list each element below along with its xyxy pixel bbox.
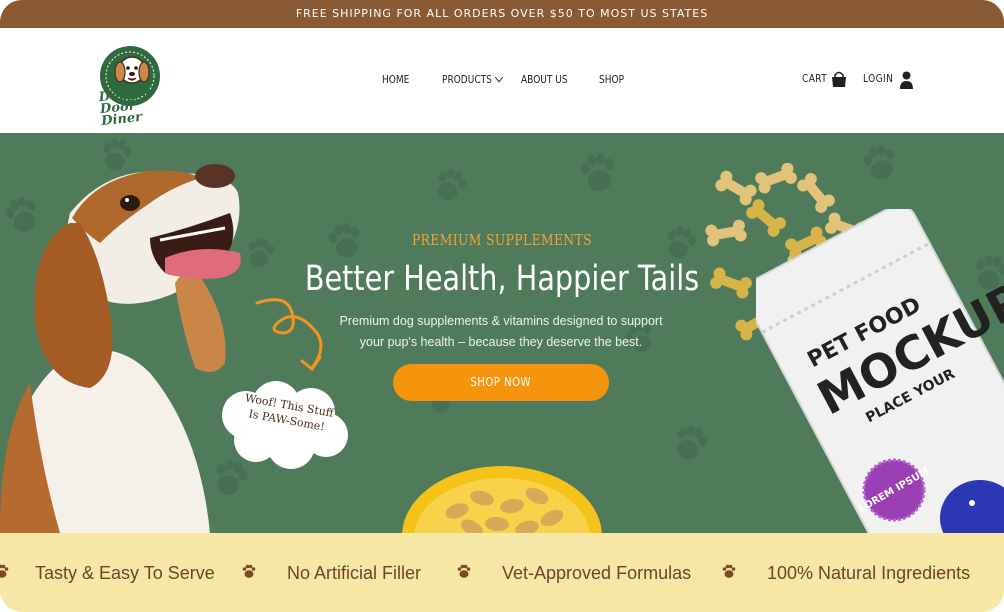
shop-now-button[interactable]: SHOP NOW <box>393 364 609 401</box>
brand-wordmark: Doggie Door Diner <box>98 84 181 129</box>
bag-mascot-graphic <box>940 480 1004 533</box>
nav-products[interactable]: PRODUCTS <box>442 72 503 86</box>
hero-subtitle: Premium dog supplements & vitamins desig… <box>339 314 663 349</box>
paw-icon <box>722 564 736 578</box>
nav-about-us[interactable]: ABOUT US <box>521 73 568 86</box>
login-label: LOGIN <box>863 72 894 85</box>
hero-section: Woof! This Stuff Is PAW-Some! PREMIUM SU… <box>0 133 1004 533</box>
beagle-image <box>0 164 241 533</box>
paw-icon <box>457 564 471 578</box>
feature-item: 100% Natural Ingredients <box>767 563 971 583</box>
paw-icon <box>0 564 9 578</box>
announcement-bar: FREE SHIPPING FOR ALL ORDERS OVER $50 TO… <box>0 0 1004 28</box>
nav-home[interactable]: HOME <box>382 73 409 86</box>
feature-item: No Artificial Filler <box>287 563 422 583</box>
login-link[interactable]: LOGIN <box>863 72 893 85</box>
user-icon[interactable] <box>900 71 913 89</box>
food-bowl-image <box>402 466 602 533</box>
nav-products-label: PRODUCTS <box>442 73 492 86</box>
feature-item: Vet-Approved Formulas <box>502 563 692 583</box>
site-header: Doggie Door Diner HOME PRODUCTS ABOUT US… <box>0 28 1004 133</box>
cart-label: CART <box>802 72 828 85</box>
features-strip: Tasty & Easy To Serve No Artificial Fill… <box>0 533 1004 612</box>
page-frame: FREE SHIPPING FOR ALL ORDERS OVER $50 TO… <box>0 0 1004 612</box>
cart-link[interactable]: CART <box>802 72 827 85</box>
announcement-text: FREE SHIPPING FOR ALL ORDERS OVER $50 TO… <box>295 7 709 20</box>
shop-now-label: SHOP NOW <box>470 375 532 389</box>
lorem-ipsum-sticker: LOREM IPSUM <box>859 458 929 522</box>
chevron-down-icon <box>494 72 503 83</box>
feature-item: Tasty & Easy To Serve <box>35 563 215 583</box>
paw-icon <box>242 564 256 578</box>
nav-shop[interactable]: SHOP <box>599 73 624 86</box>
shopping-bag-icon[interactable] <box>831 71 847 88</box>
